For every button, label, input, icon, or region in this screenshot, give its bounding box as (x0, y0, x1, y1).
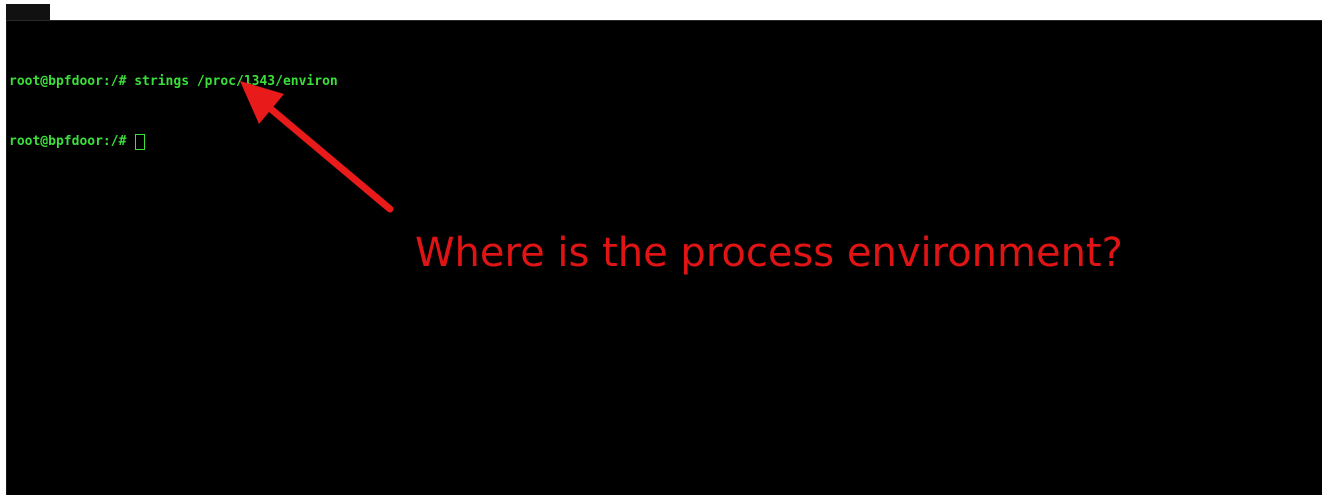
screenshot-page: root@bpfdoor:/# strings /proc/1343/envir… (0, 0, 1322, 495)
shell-prompt: root@bpfdoor:/# (9, 74, 135, 89)
window-corner-tab (6, 4, 50, 20)
terminal-line: root@bpfdoor:/# strings /proc/1343/envir… (9, 72, 338, 92)
terminal-window[interactable]: root@bpfdoor:/# strings /proc/1343/envir… (6, 20, 1322, 495)
shell-prompt: root@bpfdoor:/# (9, 134, 135, 149)
annotation-text: Where is the process environment? (415, 230, 1123, 276)
terminal-output: root@bpfdoor:/# strings /proc/1343/envir… (9, 32, 338, 192)
text-cursor (135, 134, 146, 150)
shell-command: strings /proc/1343/environ (134, 74, 338, 89)
terminal-line[interactable]: root@bpfdoor:/# (9, 132, 338, 152)
